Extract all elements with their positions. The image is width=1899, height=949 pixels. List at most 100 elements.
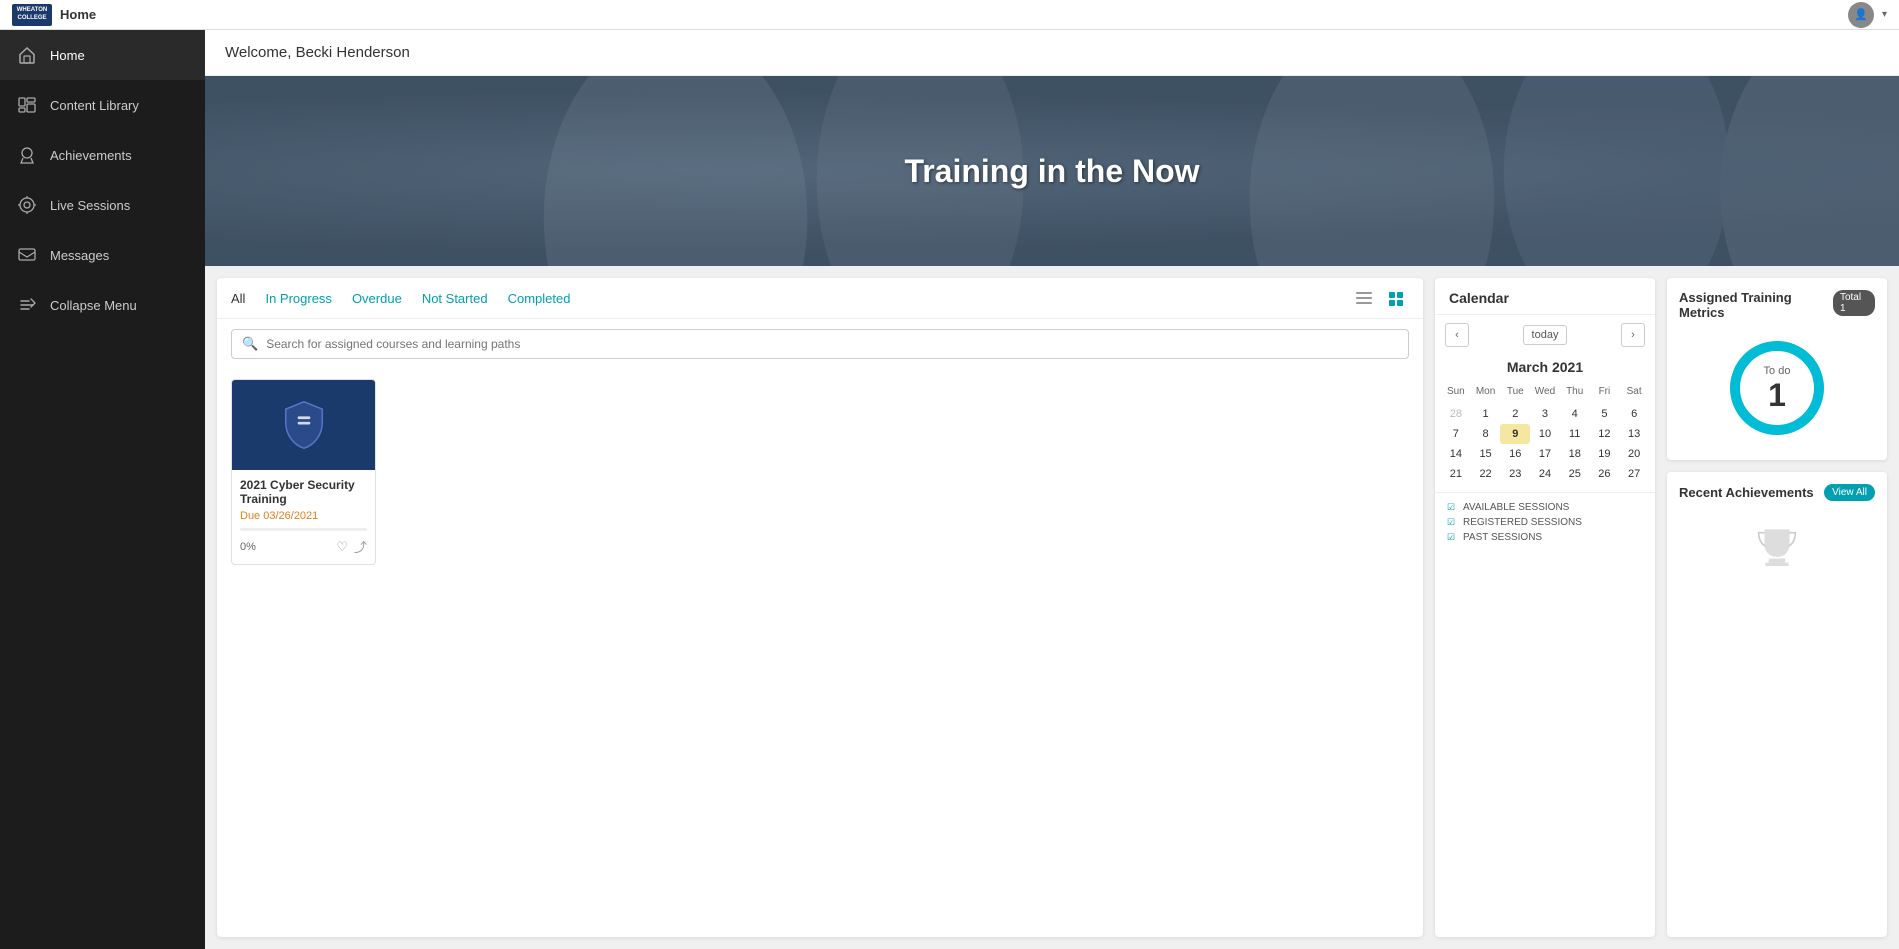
calendar-panel: Calendar ‹ today › March 2021 Sun Mon Tu… [1435, 278, 1655, 937]
cal-day[interactable]: 6 [1619, 404, 1649, 424]
donut-label: To do [1764, 365, 1791, 377]
cal-day[interactable]: 17 [1530, 444, 1560, 464]
search-icon: 🔍 [242, 336, 258, 352]
sidebar: Home Content Library Achievements [0, 30, 205, 949]
sidebar-item-achievements[interactable]: Achievements [0, 130, 205, 180]
sidebar-item-collapse-menu[interactable]: Collapse Menu [0, 280, 205, 330]
logo-text: WHEATON COLLEGE [12, 7, 52, 21]
achievements-header: Recent Achievements View All [1679, 484, 1875, 501]
main-layout: Home Content Library Achievements [0, 30, 1899, 949]
weekday-tue: Tue [1500, 383, 1530, 400]
list-view-btn[interactable] [1351, 288, 1377, 310]
cal-day[interactable]: 23 [1500, 464, 1530, 484]
topbar-left: WHEATON COLLEGE Home [12, 4, 96, 26]
trophy-icon [1752, 521, 1802, 571]
cal-day[interactable]: 11 [1560, 424, 1590, 444]
metrics-panel: Assigned Training Metrics Total 1 To do … [1667, 278, 1887, 460]
cal-day[interactable]: 22 [1471, 464, 1501, 484]
cal-day[interactable]: 15 [1471, 444, 1501, 464]
calendar-nav: ‹ today › [1435, 315, 1655, 355]
training-tabs: All In Progress Overdue Not Started Comp… [217, 278, 1423, 319]
content-area: Welcome, Becki Henderson Training in the… [205, 30, 1899, 949]
cal-day[interactable]: 18 [1560, 444, 1590, 464]
cal-day[interactable]: 24 [1530, 464, 1560, 484]
calendar-title: Calendar [1449, 290, 1509, 306]
calendar-next-btn[interactable]: › [1621, 323, 1645, 347]
training-cards: 2021 Cyber Security Training Due 03/26/2… [217, 369, 1423, 937]
calendar-weekdays: Sun Mon Tue Wed Thu Fri Sat [1441, 383, 1649, 400]
view-all-button[interactable]: View All [1824, 484, 1875, 501]
share-icon[interactable]: ⤴ [354, 537, 367, 556]
calendar-header: Calendar [1435, 278, 1655, 315]
topbar-title: Home [60, 7, 96, 22]
tab-completed[interactable]: Completed [508, 291, 571, 316]
tab-in-progress[interactable]: In Progress [265, 291, 331, 316]
sidebar-item-messages-label: Messages [50, 248, 109, 263]
course-pct: 0% [240, 541, 256, 553]
sidebar-item-achievements-label: Achievements [50, 148, 132, 163]
view-toggle [1351, 288, 1409, 318]
legend-registered: ☑ REGISTERED SESSIONS [1445, 516, 1645, 528]
tab-overdue[interactable]: Overdue [352, 291, 402, 316]
weekday-fri: Fri [1590, 383, 1620, 400]
live-sessions-icon [16, 194, 38, 216]
cal-day[interactable]: 27 [1619, 464, 1649, 484]
logo-image: WHEATON COLLEGE [12, 4, 52, 26]
chevron-down-icon[interactable]: ▾ [1882, 9, 1887, 20]
cal-day[interactable]: 19 [1590, 444, 1620, 464]
sidebar-item-live-sessions-label: Live Sessions [50, 198, 130, 213]
user-avatar[interactable]: 👤 [1848, 2, 1874, 28]
hero-banner: Training in the Now [205, 76, 1899, 266]
cal-day[interactable]: 4 [1560, 404, 1590, 424]
cal-day[interactable]: 7 [1441, 424, 1471, 444]
donut-center: To do 1 [1727, 338, 1827, 438]
search-wrap[interactable]: 🔍 [231, 329, 1409, 359]
welcome-bar: Welcome, Becki Henderson [205, 30, 1899, 76]
course-title: 2021 Cyber Security Training [240, 478, 367, 506]
cal-day[interactable]: 21 [1441, 464, 1471, 484]
cal-day[interactable]: 5 [1590, 404, 1620, 424]
cal-day-today[interactable]: 9 [1500, 424, 1530, 444]
cal-day[interactable]: 12 [1590, 424, 1620, 444]
donut-container: To do 1 [1727, 338, 1827, 438]
sidebar-item-home[interactable]: Home [0, 30, 205, 80]
course-due: Due 03/26/2021 [240, 510, 367, 522]
grid-view-btn[interactable] [1383, 288, 1409, 310]
sidebar-item-messages[interactable]: Messages [0, 230, 205, 280]
course-actions: 0% ♡ ⤴ [240, 537, 367, 556]
cal-day[interactable]: 1 [1471, 404, 1501, 424]
legend-past: ☑ PAST SESSIONS [1445, 531, 1645, 543]
cal-day[interactable]: 20 [1619, 444, 1649, 464]
calendar-days: 28 1 2 3 4 5 6 7 8 9 10 11 12 1 [1441, 404, 1649, 484]
achievements-icon [16, 144, 38, 166]
sidebar-item-live-sessions[interactable]: Live Sessions [0, 180, 205, 230]
welcome-text: Welcome, Becki Henderson [225, 44, 410, 61]
weekday-sun: Sun [1441, 383, 1471, 400]
cal-day[interactable]: 3 [1530, 404, 1560, 424]
cal-day[interactable]: 10 [1530, 424, 1560, 444]
search-input[interactable] [266, 337, 1398, 351]
registered-check-icon: ☑ [1445, 516, 1457, 528]
right-panels: Assigned Training Metrics Total 1 To do … [1667, 278, 1887, 937]
hero-title: Training in the Now [904, 153, 1199, 190]
tab-all[interactable]: All [231, 291, 245, 316]
tab-not-started[interactable]: Not Started [422, 291, 488, 316]
metrics-header: Assigned Training Metrics Total 1 [1679, 290, 1875, 320]
favorite-icon[interactable]: ♡ [336, 539, 348, 555]
achievement-placeholder [1679, 511, 1875, 581]
cal-day[interactable]: 25 [1560, 464, 1590, 484]
logo-area: WHEATON COLLEGE [12, 4, 52, 26]
cal-day[interactable]: 8 [1471, 424, 1501, 444]
calendar-today-btn[interactable]: today [1523, 325, 1568, 345]
cal-day[interactable]: 2 [1500, 404, 1530, 424]
calendar-grid: Sun Mon Tue Wed Thu Fri Sat 28 1 2 3 [1435, 383, 1655, 492]
cal-day[interactable]: 14 [1441, 444, 1471, 464]
cal-day[interactable]: 13 [1619, 424, 1649, 444]
cal-day[interactable]: 16 [1500, 444, 1530, 464]
calendar-prev-btn[interactable]: ‹ [1445, 323, 1469, 347]
metrics-title: Assigned Training Metrics [1679, 290, 1833, 320]
cal-day[interactable]: 28 [1441, 404, 1471, 424]
topbar-right: 👤 ▾ [1848, 2, 1887, 28]
cal-day[interactable]: 26 [1590, 464, 1620, 484]
sidebar-item-content-library[interactable]: Content Library [0, 80, 205, 130]
